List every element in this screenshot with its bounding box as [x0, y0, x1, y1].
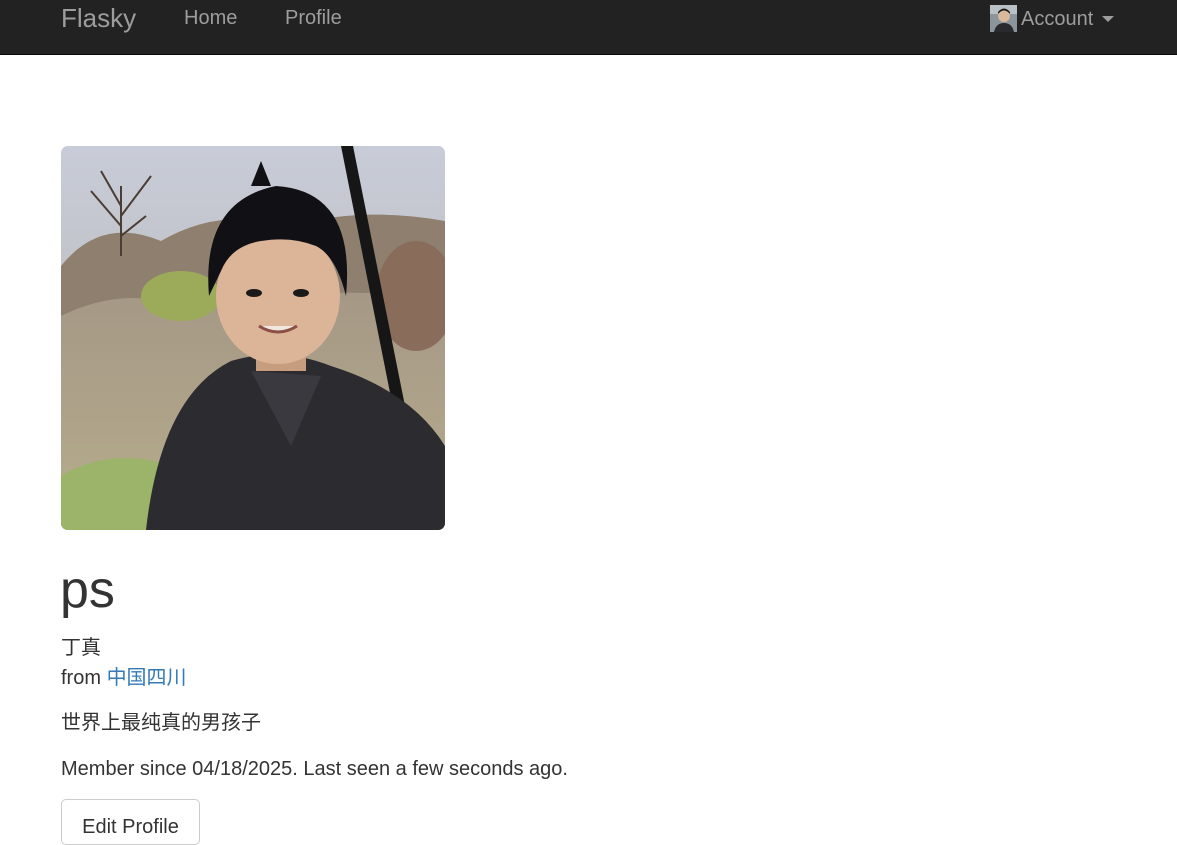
- nav-profile-link[interactable]: Profile: [285, 6, 342, 30]
- account-avatar: [990, 5, 1017, 32]
- profile-location-line: from 中国四川: [61, 666, 187, 691]
- profile-real-name: 丁真: [61, 637, 101, 659]
- nav-home-link[interactable]: Home: [184, 6, 237, 30]
- location-prefix: from: [61, 667, 101, 689]
- location-link[interactable]: 中国四川: [107, 667, 187, 689]
- profile-avatar-image: [61, 146, 445, 530]
- edit-profile-button[interactable]: Edit Profile: [61, 799, 200, 845]
- top-navbar: Flasky Home Profile Account: [0, 0, 1177, 55]
- profile-username: ps: [60, 561, 115, 619]
- brand-link[interactable]: Flasky: [61, 3, 136, 33]
- profile-member-since: Member since 04/18/2025. Last seen a few…: [61, 758, 568, 780]
- caret-down-icon: [1102, 15, 1115, 22]
- account-label: Account: [1021, 7, 1094, 30]
- profile-about-me: 世界上最纯真的男孩子: [61, 712, 261, 734]
- account-dropdown[interactable]: Account: [990, 5, 1115, 32]
